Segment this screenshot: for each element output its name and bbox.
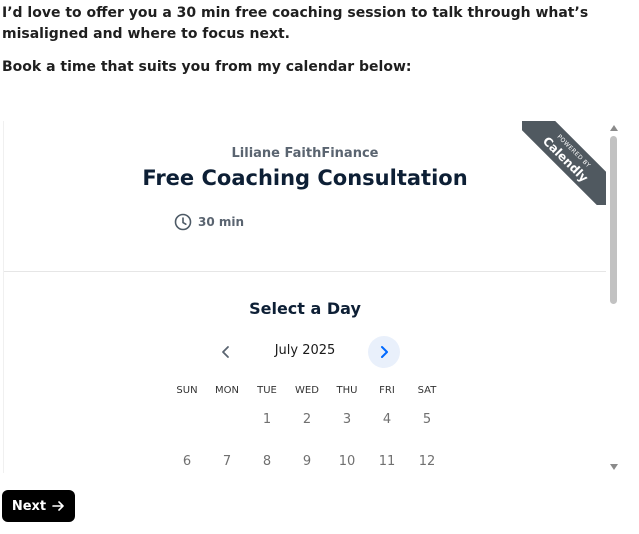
- arrow-right-icon: [52, 501, 64, 511]
- weekday-thu: THU: [336, 385, 358, 396]
- calendly-ribbon[interactable]: POWERED BY Calendly: [522, 121, 606, 205]
- weekday-mon: MON: [215, 385, 239, 396]
- calendar-day-cell: 10: [338, 454, 356, 469]
- duration-text: 30 min: [198, 215, 245, 229]
- calendar-day-cell: 4: [382, 412, 392, 427]
- calendar-day-cell: 3: [342, 412, 352, 427]
- weekday-wed: WED: [295, 385, 319, 396]
- calendar-week-row: 1 2 3 4 5: [167, 412, 447, 427]
- event-duration: 30 min: [174, 213, 244, 231]
- calendar-day-cell: 9: [302, 454, 312, 469]
- intro-line-book: Book a time that suits you from my calen…: [2, 59, 412, 75]
- current-month-label: July 2025: [274, 343, 336, 358]
- weekday-header-row: SUN MON TUE WED THU FRI SAT: [167, 385, 447, 396]
- scroll-up-arrow-icon[interactable]: [610, 125, 618, 131]
- chevron-right-icon: [381, 346, 388, 358]
- calendar-empty-cell: [207, 412, 247, 427]
- divider: [4, 271, 606, 272]
- weekday-tue: TUE: [257, 385, 277, 396]
- intro-line-offer: I’d love to offer you a 30 min free coac…: [2, 5, 589, 42]
- powered-by-calendly-badge[interactable]: POWERED BY Calendly: [522, 121, 606, 205]
- calendar-day-cell: 12: [418, 454, 436, 469]
- calendar-day-cell: 11: [378, 454, 396, 469]
- calendar-day-cell: 8: [262, 454, 272, 469]
- calendar-empty-cell: [167, 412, 207, 427]
- event-title: Free Coaching Consultation: [142, 166, 468, 190]
- clock-icon: [174, 213, 192, 231]
- calendar-day-cell: 6: [182, 454, 192, 469]
- calendly-widget: POWERED BY Calendly Liliane FaithFinance…: [3, 121, 606, 473]
- calendar-day-cell: 7: [222, 454, 232, 469]
- weekday-sat: SAT: [417, 385, 437, 396]
- embed-scrollbar[interactable]: [607, 121, 621, 473]
- scroll-down-arrow-icon[interactable]: [610, 464, 618, 470]
- calendar-day-cell: 5: [422, 412, 432, 427]
- calendly-embed: POWERED BY Calendly Liliane FaithFinance…: [3, 121, 621, 473]
- month-navigation: July 2025: [4, 334, 606, 370]
- scrollbar-thumb[interactable]: [610, 136, 617, 304]
- next-button-label: Next: [11, 498, 47, 514]
- calendar-week-row: 6 7 8 9 10 11 12: [167, 454, 447, 469]
- select-day-heading: Select a Day: [249, 299, 361, 318]
- weekday-sun: SUN: [176, 385, 198, 396]
- weekday-fri: FRI: [379, 385, 395, 396]
- intro-text: I’d love to offer you a 30 min free coac…: [2, 3, 632, 78]
- organizer-name: Liliane FaithFinance: [231, 146, 379, 161]
- next-button[interactable]: Next: [2, 490, 75, 522]
- calendar-day-cell: 1: [262, 412, 272, 427]
- next-month-button[interactable]: [368, 336, 400, 368]
- calendar-day-cell: 2: [302, 412, 312, 427]
